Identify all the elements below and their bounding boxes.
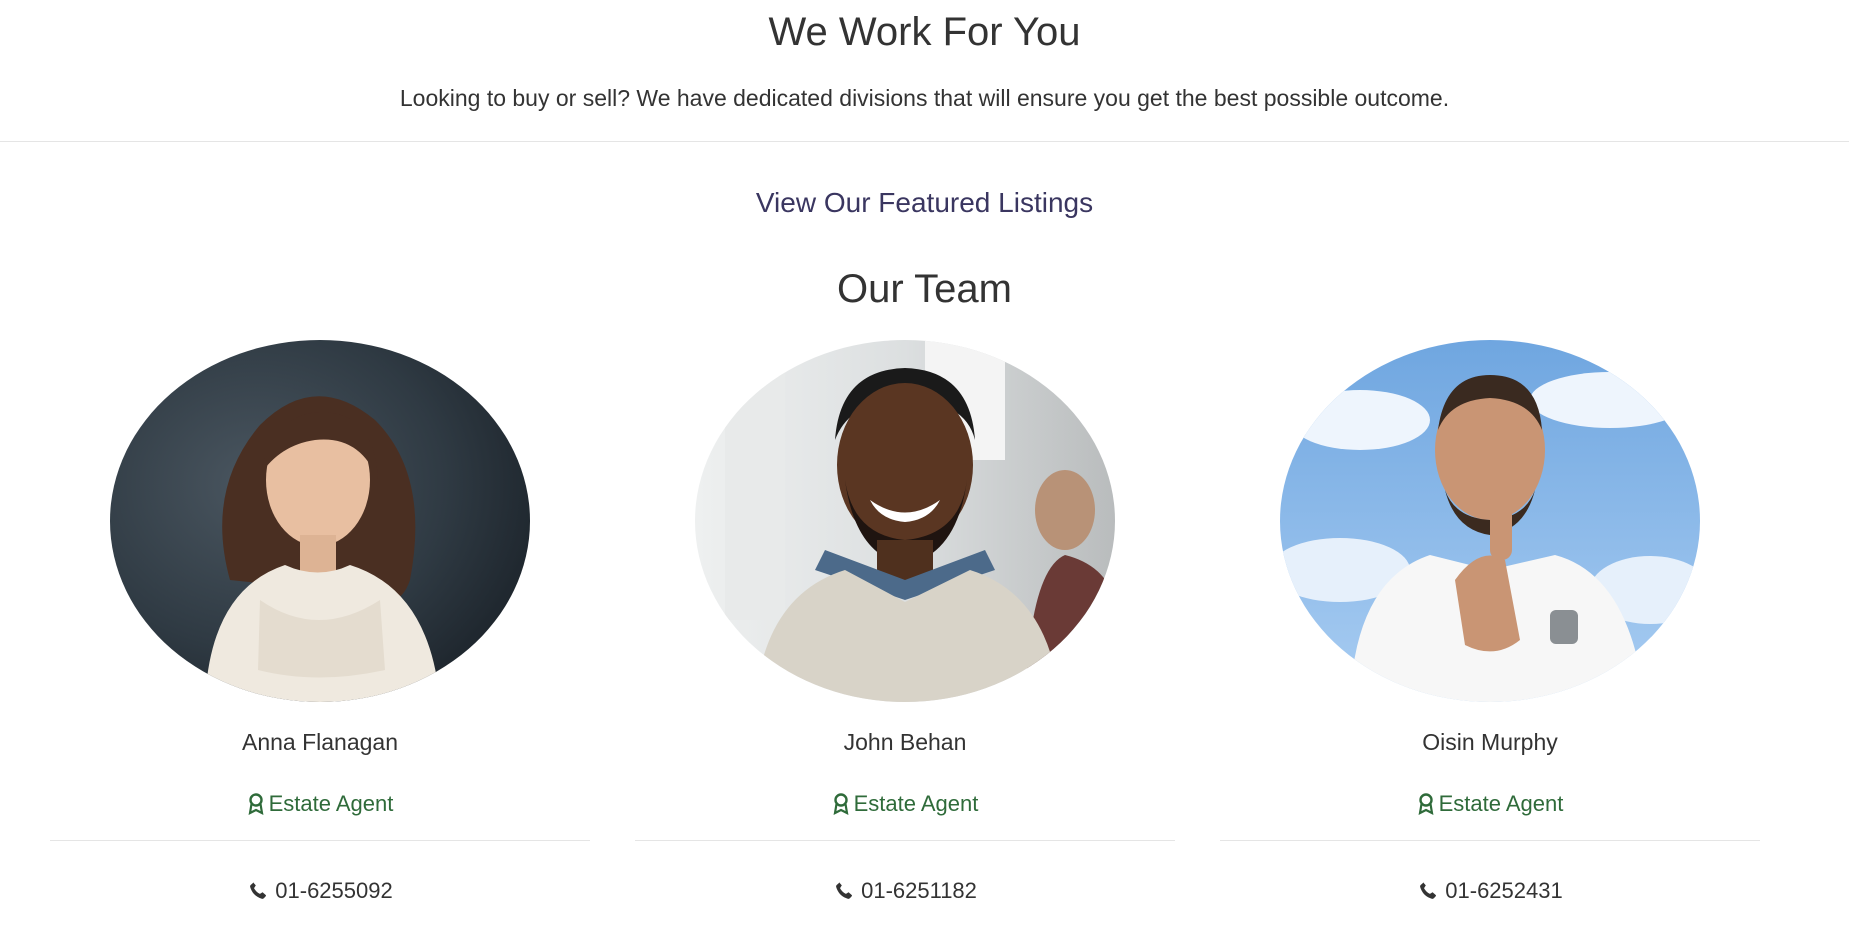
team-member-card: Oisin Murphy Estate Agent 01-6252431	[1220, 340, 1760, 905]
member-role-label: Estate Agent	[853, 791, 979, 816]
member-role-label: Estate Agent	[268, 791, 394, 816]
featured-listings-link[interactable]: View Our Featured Listings	[0, 186, 1849, 220]
member-name: Oisin Murphy	[1422, 729, 1558, 755]
member-phone: 01-6252431	[1220, 877, 1760, 905]
member-divider	[635, 840, 1175, 841]
hero-section: We Work For You Looking to buy or sell? …	[0, 0, 1849, 112]
team-member-card: John Behan Estate Agent 01-6251182	[635, 340, 1175, 905]
member-phone: 01-6255092	[50, 877, 590, 905]
award-icon	[1417, 793, 1435, 815]
section-divider	[0, 141, 1849, 142]
team-title: Our Team	[837, 267, 1012, 311]
member-divider	[50, 840, 590, 841]
member-role: Estate Agent	[635, 790, 1175, 818]
phone-icon	[833, 880, 855, 902]
member-name: John Behan	[843, 729, 967, 755]
phone-icon	[247, 880, 269, 902]
hero-title: We Work For You	[768, 10, 1081, 54]
member-phone: 01-6251182	[635, 877, 1175, 905]
avatar-photo-oisin	[1280, 340, 1700, 702]
member-role-label: Estate Agent	[1438, 791, 1564, 816]
member-name: Anna Flanagan	[241, 729, 398, 755]
avatar-photo-john	[695, 340, 1115, 702]
award-icon	[832, 793, 850, 815]
team-member-card: Anna Flanagan Estate Agent 01-6255092	[50, 340, 590, 905]
avatar-photo-anna	[110, 340, 530, 702]
member-divider	[1220, 840, 1760, 841]
hero-subtitle: Looking to buy or sell? We have dedicate…	[399, 85, 1450, 111]
member-phone-number: 01-6255092	[275, 878, 393, 903]
award-icon	[247, 793, 265, 815]
phone-icon	[1417, 880, 1439, 902]
member-role: Estate Agent	[1220, 790, 1760, 818]
member-role: Estate Agent	[50, 790, 590, 818]
page: We Work For You Looking to buy or sell? …	[0, 0, 1849, 932]
member-phone-number: 01-6252431	[1445, 878, 1563, 903]
member-phone-number: 01-6251182	[861, 878, 977, 903]
